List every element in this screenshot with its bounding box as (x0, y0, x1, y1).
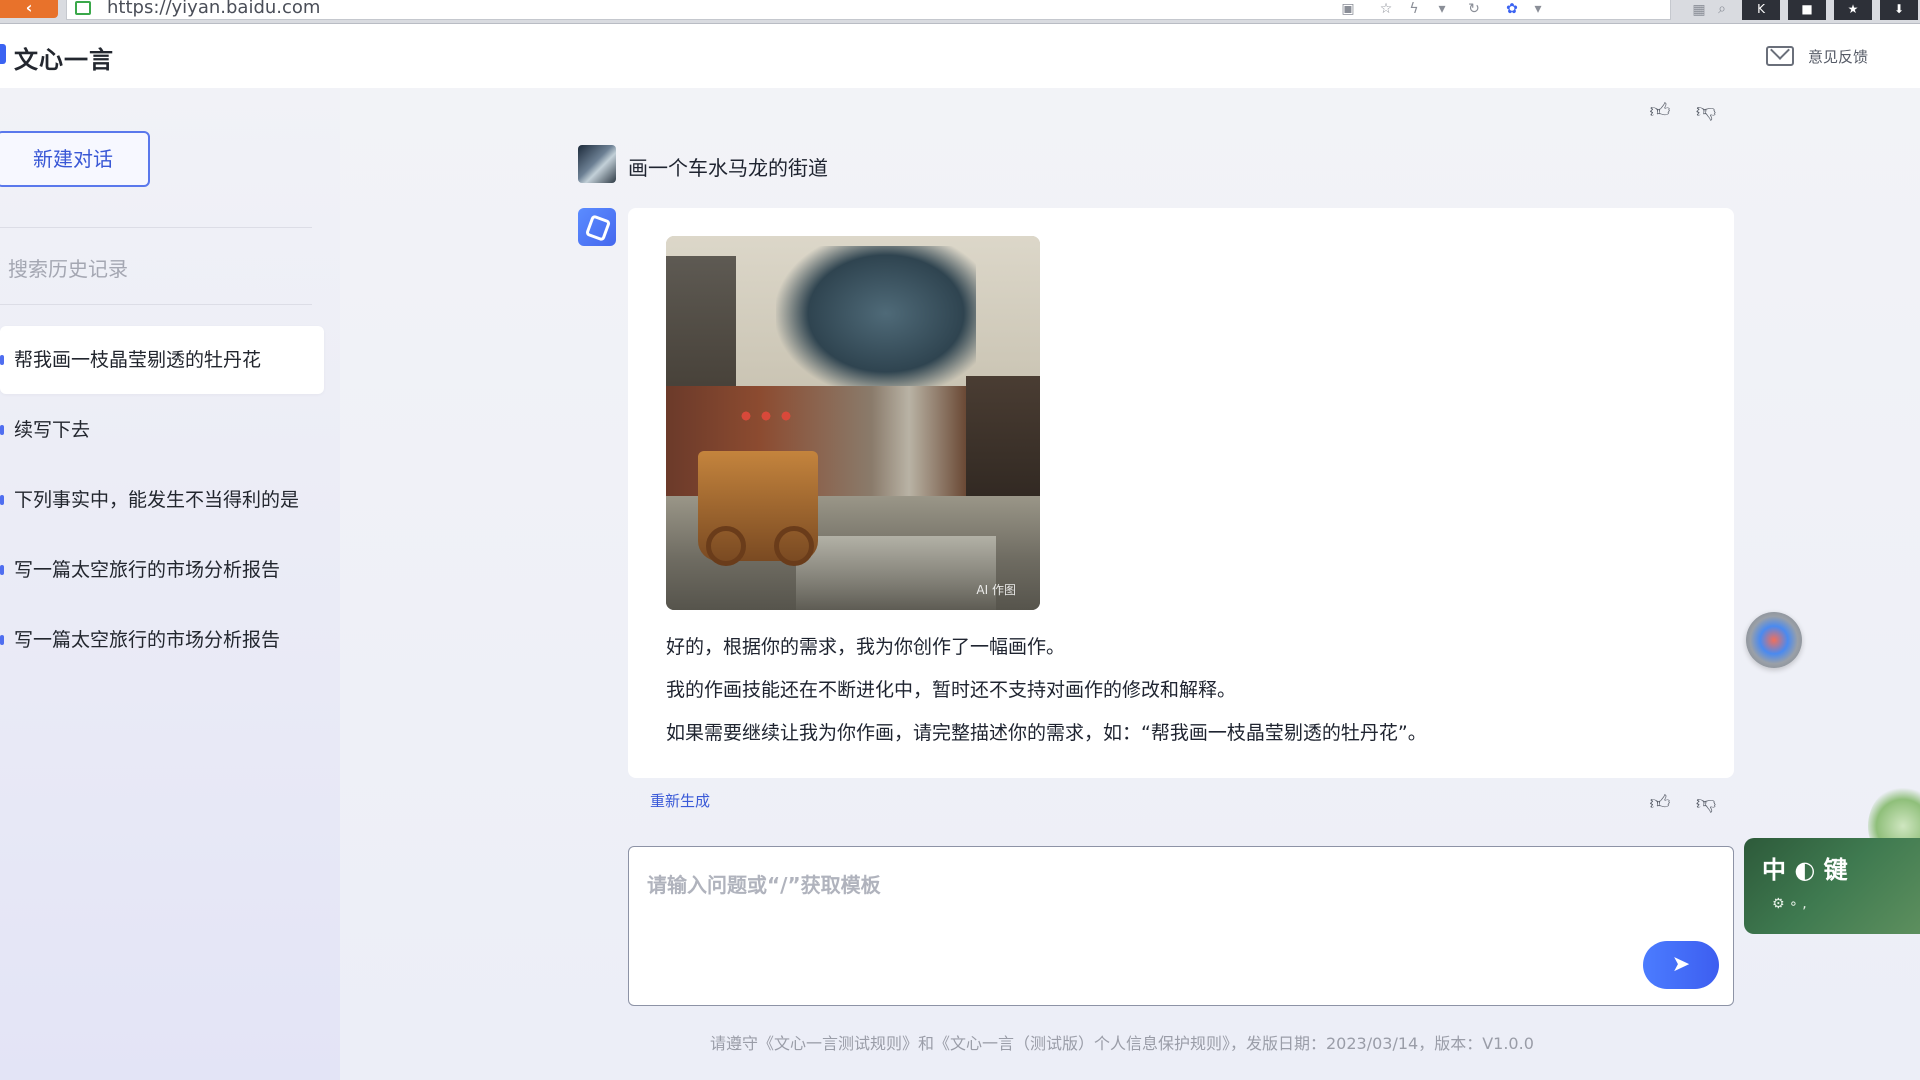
ai-image-watermark: AI 作图 (976, 583, 1016, 597)
search-history-input[interactable]: 搜索历史记录 (8, 253, 128, 282)
paw-icon[interactable]: ✿ (1503, 1, 1521, 17)
sidebar: 新建对话 搜索历史记录 帮我画一枝晶莹剔透的牡丹花 续写下去 下列事实中，能发生… (0, 88, 340, 1080)
send-icon: ➤ (1671, 952, 1691, 977)
lightning-icon[interactable]: ϟ (1405, 1, 1423, 17)
app-header: 文心一言 意见反馈 (0, 24, 1920, 88)
history-item[interactable]: 写一篇太空旅行的市场分析报告 (0, 606, 324, 674)
chevron-down-icon[interactable]: ▾ (1433, 1, 1451, 17)
generated-image[interactable]: AI 作图 (666, 236, 1040, 610)
address-bar[interactable]: https://yiyan.baidu.com ▣ ☆ ϟ ▾ ↻ ✿ ▾ ⌕ (66, 0, 1726, 20)
assistant-orb-icon[interactable] (1746, 612, 1802, 668)
history-item-label: 下列事实中，能发生不当得利的是 (14, 489, 300, 511)
image-reflection (796, 536, 996, 610)
image-wheel (774, 526, 814, 566)
browser-toolbar: ‹ https://yiyan.baidu.com ▣ ☆ ϟ ▾ ↻ ✿ ▾ … (0, 0, 1920, 24)
back-arrow-icon[interactable]: ‹ (0, 0, 58, 18)
image-lanterns (736, 406, 796, 426)
thumbs-down-icon[interactable]: 👎︎ (1694, 790, 1718, 814)
secure-lock-icon (75, 1, 91, 15)
history-item[interactable]: 下列事实中，能发生不当得利的是 (0, 466, 324, 534)
feedback-link[interactable]: 意见反馈 (1808, 46, 1868, 67)
image-building-right (966, 376, 1040, 516)
url-text[interactable]: https://yiyan.baidu.com (107, 0, 320, 17)
divider (0, 304, 312, 305)
ime-label[interactable]: 中 ◐ 键 (1762, 850, 1848, 885)
history-item[interactable]: 帮我画一枝晶莹剔透的牡丹花 (0, 326, 324, 394)
history-item-label: 写一篇太空旅行的市场分析报告 (14, 629, 281, 651)
answer-line: 好的，根据你的需求，我为你创作了一幅画作。 (666, 636, 1066, 658)
extension-k-icon[interactable]: K (1742, 0, 1780, 20)
image-dragon (776, 246, 976, 396)
message-input[interactable] (647, 865, 1707, 905)
chevron-down-icon[interactable]: ▾ (1529, 1, 1547, 17)
lock-icon[interactable]: ■ (1788, 0, 1826, 20)
grid-icon[interactable]: ▦ (1690, 2, 1708, 18)
star-filled-icon[interactable]: ★ (1834, 0, 1872, 20)
download-icon[interactable]: ⬇ (1880, 0, 1918, 20)
mail-icon[interactable] (1766, 46, 1794, 66)
brand-name[interactable]: 文心一言 (14, 40, 114, 75)
history-item-label: 帮我画一枝晶莹剔透的牡丹花 (14, 349, 262, 371)
ime-settings[interactable]: ⚙ ∘ , (1772, 896, 1807, 912)
image-wheel (706, 526, 746, 566)
thumbs-down-icon[interactable]: 👎︎ (1694, 98, 1718, 122)
history-item[interactable]: 写一篇太空旅行的市场分析报告 (0, 536, 324, 604)
thumbs-up-icon[interactable]: 👍︎ (1648, 98, 1672, 122)
thumbs-up-icon[interactable]: 👍︎ (1648, 790, 1672, 814)
user-avatar (578, 145, 616, 183)
search-icon[interactable]: ⌕ (1713, 1, 1731, 17)
image-icon[interactable]: ▣ (1339, 1, 1357, 17)
refresh-icon[interactable]: ↻ (1465, 1, 1483, 17)
history-item-label: 续写下去 (14, 419, 91, 441)
bot-avatar-icon (578, 208, 616, 246)
answer-line: 我的作画技能还在不断进化中，暂时还不支持对画作的修改和解释。 (666, 679, 1237, 701)
new-chat-button[interactable]: 新建对话 (0, 131, 150, 187)
regenerate-button[interactable]: 重新生成 (650, 790, 710, 811)
brand-logo-icon (0, 44, 6, 64)
answer-card: AI 作图 好的，根据你的需求，我为你创作了一幅画作。 我的作画技能还在不断进化… (628, 208, 1734, 778)
composer: ➤ (628, 846, 1734, 1006)
send-button[interactable]: ➤ (1643, 941, 1719, 989)
answer-line: 如果需要继续让我为你作画，请完整描述你的需求，如：“帮我画一枝晶莹剔透的牡丹花”… (666, 722, 1427, 744)
user-question: 画一个车水马龙的街道 (628, 156, 828, 180)
footer-note: 请遵守《文心一言测试规则》和《文心一言（测试版）个人信息保护规则》，发版日期：2… (710, 1034, 1534, 1053)
ime-toolbar[interactable]: 中 ◐ 键 ⚙ ∘ , (1744, 838, 1920, 934)
chat-panel: 👍︎ 👎︎ 画一个车水马龙的街道 AI 作图 好的，根据你的需求，我为你创作了一… (340, 88, 1920, 1080)
history-item[interactable]: 续写下去 (0, 396, 324, 464)
star-icon[interactable]: ☆ (1377, 1, 1395, 17)
history-item-label: 写一篇太空旅行的市场分析报告 (14, 559, 281, 581)
divider (0, 227, 312, 228)
